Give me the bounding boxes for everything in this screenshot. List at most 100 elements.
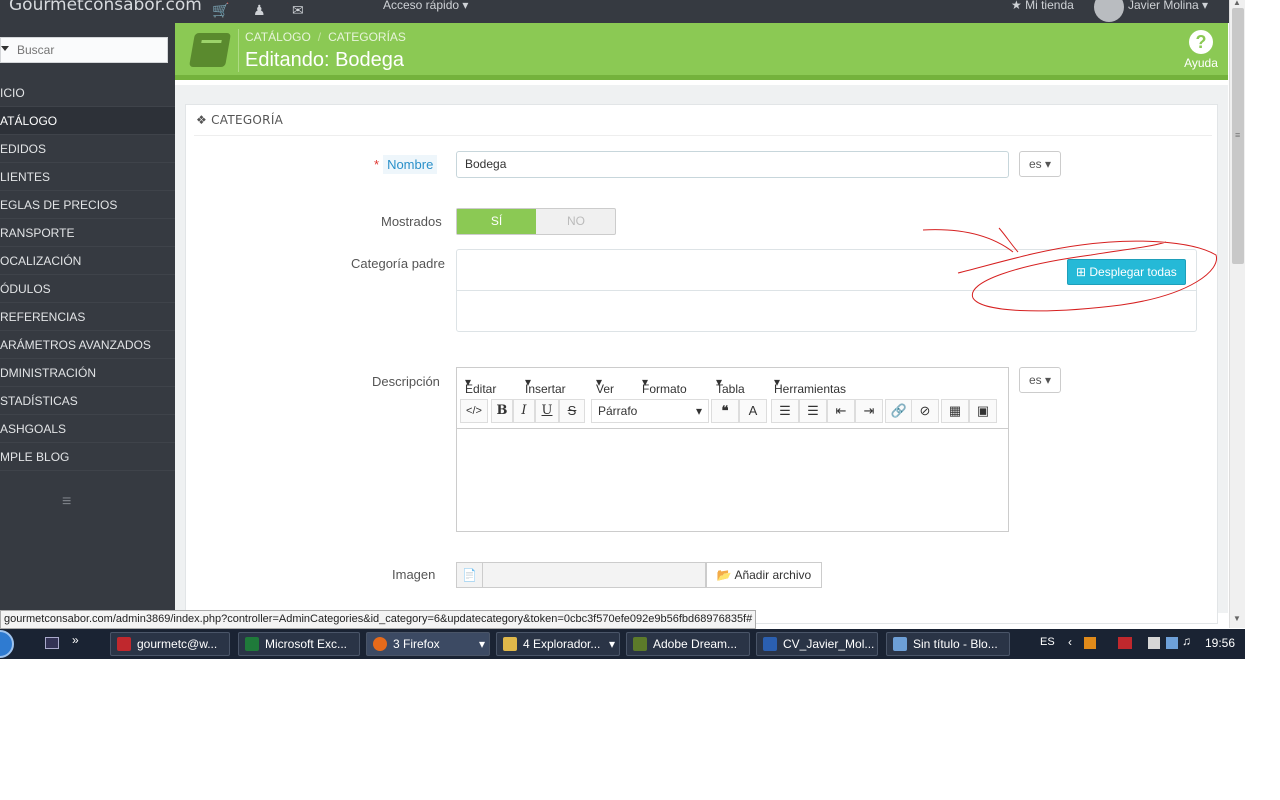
editor-body[interactable] bbox=[457, 429, 1008, 531]
page-title: Editando: Bodega bbox=[245, 49, 405, 71]
underline-icon[interactable]: U bbox=[535, 399, 559, 423]
shown-label: Mostrados bbox=[381, 214, 442, 229]
tray-monitor-icon[interactable] bbox=[1166, 637, 1178, 649]
sidebar-item-clientes[interactable]: LIENTES bbox=[0, 163, 175, 191]
tray-filezilla-icon[interactable] bbox=[1118, 637, 1132, 649]
sidebar-item-inicio[interactable]: ICIO bbox=[0, 79, 175, 107]
divider bbox=[238, 29, 239, 72]
bold-icon[interactable]: B bbox=[491, 399, 513, 423]
tray-chevron-icon[interactable]: ‹ bbox=[1068, 635, 1072, 649]
taskbar-item-explorer[interactable]: 4 Explorador... ▾ bbox=[496, 632, 620, 656]
taskbar-item-firefox[interactable]: 3 Firefox ▾ bbox=[366, 632, 490, 656]
italic-icon[interactable]: I bbox=[513, 399, 535, 423]
grip-icon: ≡ bbox=[1235, 130, 1241, 140]
language-indicator[interactable]: ES bbox=[1040, 636, 1055, 648]
tray-network-icon[interactable] bbox=[1148, 637, 1160, 649]
sidebar-item-pedidos[interactable]: EDIDOS bbox=[0, 135, 175, 163]
toggle-yes[interactable]: SÍ bbox=[457, 209, 536, 234]
add-file-button[interactable]: 📂 Añadir archivo bbox=[706, 562, 822, 588]
image-icon[interactable]: ▣ bbox=[969, 399, 997, 423]
sidebar-item-reglas-precios[interactable]: EGLAS DE PRECIOS bbox=[0, 191, 175, 219]
scroll-up-icon[interactable]: ▲ bbox=[1233, 0, 1241, 7]
editor-toolbar: </> B I U S Párrafo ▾ ❝ A ☰ ☰ ⇤ ⇥ 🔗 ⊘ ▦ ▣ bbox=[457, 396, 1008, 429]
sidebar-item-administracion[interactable]: DMINISTRACIÓN bbox=[0, 359, 175, 387]
menu-tabla[interactable]: Tabla ▾ bbox=[716, 375, 745, 396]
sidebar-nav: ICIO ATÁLOGO EDIDOS LIENTES EGLAS DE PRE… bbox=[0, 79, 175, 471]
sidebar-item-simple-blog[interactable]: MPLE BLOG bbox=[0, 443, 175, 471]
file-icon: 📄 bbox=[456, 562, 483, 588]
menu-ver[interactable]: Ver ▾ bbox=[596, 375, 614, 396]
video-icon[interactable]: ▦ bbox=[941, 399, 969, 423]
user-menu[interactable]: Javier Molina ▾ bbox=[1128, 0, 1208, 12]
unlink-icon[interactable]: ⊘ bbox=[911, 399, 939, 423]
sidebar-item-preferencias[interactable]: REFERENCIAS bbox=[0, 303, 175, 331]
text-color-icon[interactable]: A bbox=[739, 399, 767, 423]
scroll-down-icon[interactable]: ▼ bbox=[1233, 614, 1241, 623]
search-box bbox=[0, 37, 168, 63]
image-label: Imagen bbox=[392, 567, 436, 582]
sidebar-item-catalogo[interactable]: ATÁLOGO bbox=[0, 107, 175, 135]
breadcrumb-catalogo[interactable]: CATÁLOGO bbox=[245, 30, 311, 44]
name-input[interactable]: Bodega bbox=[456, 151, 1009, 178]
clock[interactable]: 19:56 bbox=[1205, 636, 1235, 650]
divider bbox=[194, 135, 1212, 136]
main-content: ❖ CATEGORÍA * Nombre Bodega es ▾ Mostrados… bbox=[175, 85, 1228, 624]
help-button[interactable]: ? Ayuda bbox=[1178, 30, 1224, 70]
sidebar-item-transporte[interactable]: RANSPORTE bbox=[0, 219, 175, 247]
sidebar-item-parametros[interactable]: ARÁMETROS AVANZADOS bbox=[0, 331, 175, 359]
link-icon[interactable]: 🔗 bbox=[885, 399, 913, 423]
menu-formato[interactable]: Formato ▾ bbox=[642, 375, 687, 396]
sidebar-item-localizacion[interactable]: OCALIZACIÓN bbox=[0, 247, 175, 275]
menu-insertar[interactable]: Insertar ▾ bbox=[525, 375, 566, 396]
taskbar-item-dreamweaver[interactable]: Adobe Dream... bbox=[626, 632, 750, 656]
taskbar-item-word[interactable]: CV_Javier_Mol... bbox=[756, 632, 878, 656]
blockquote-icon[interactable]: ❝ bbox=[711, 399, 739, 423]
sidebar-item-dashgoals[interactable]: ASHGOALS bbox=[0, 415, 175, 443]
file-name-input[interactable] bbox=[483, 562, 706, 588]
status-url: gourmetconsabor.com/admin3869/index.php?… bbox=[0, 610, 757, 629]
sidebar-item-modulos[interactable]: ÓDULOS bbox=[0, 275, 175, 303]
numbered-list-icon[interactable]: ☰ bbox=[799, 399, 827, 423]
indent-icon[interactable]: ⇥ bbox=[855, 399, 883, 423]
volume-icon[interactable]: ♫ bbox=[1182, 634, 1191, 648]
menu-editar[interactable]: Editar ▾ bbox=[465, 375, 496, 396]
my-store-link[interactable]: ★ Mi tienda bbox=[1011, 0, 1074, 12]
format-select[interactable]: Párrafo ▾ bbox=[591, 399, 709, 423]
outdent-icon[interactable]: ⇤ bbox=[827, 399, 855, 423]
parent-category-label: Categoría padre bbox=[351, 256, 445, 271]
firefox-icon bbox=[373, 637, 387, 651]
taskbar-item-notepad[interactable]: Sin título - Blo... bbox=[886, 632, 1010, 656]
show-desktop-icon[interactable] bbox=[45, 637, 59, 649]
envelope-icon[interactable]: ✉ bbox=[292, 2, 304, 19]
avatar[interactable] bbox=[1094, 0, 1124, 22]
filezilla-icon bbox=[117, 637, 131, 651]
taskbar-item-filezilla[interactable]: gourmetc@w... bbox=[110, 632, 230, 656]
chevron-down-icon[interactable] bbox=[1, 46, 9, 51]
search-input[interactable] bbox=[15, 41, 165, 59]
cart-icon[interactable]: 🛒 bbox=[212, 2, 229, 19]
chevron-right-icon[interactable]: » bbox=[72, 633, 79, 647]
shown-toggle[interactable]: SÍ NO bbox=[456, 208, 616, 235]
description-language-select[interactable]: es ▾ bbox=[1019, 367, 1061, 393]
user-icon[interactable]: ♟ bbox=[253, 2, 266, 19]
sidebar: ICIO ATÁLOGO EDIDOS LIENTES EGLAS DE PRE… bbox=[0, 23, 175, 613]
menu-collapse-icon[interactable]: ≡ bbox=[62, 493, 71, 511]
start-button[interactable] bbox=[0, 630, 14, 658]
brand-logo[interactable]: Gourmetconsabor.com bbox=[9, 0, 202, 15]
breadcrumb-categorias[interactable]: CATEGORÍAS bbox=[328, 30, 406, 44]
taskbar-item-excel[interactable]: Microsoft Exc... bbox=[238, 632, 360, 656]
breadcrumb: CATÁLOGO / CATEGORÍAS bbox=[245, 30, 406, 44]
bullet-list-icon[interactable]: ☰ bbox=[771, 399, 799, 423]
help-label: Ayuda bbox=[1184, 56, 1218, 70]
quick-access-menu[interactable]: Acceso rápido ▾ bbox=[383, 0, 468, 12]
strikethrough-icon[interactable]: S bbox=[559, 399, 585, 423]
tray-app-icon[interactable] bbox=[1084, 637, 1096, 649]
sidebar-item-estadisticas[interactable]: STADÍSTICAS bbox=[0, 387, 175, 415]
source-code-icon[interactable]: </> bbox=[460, 399, 488, 423]
vertical-scrollbar[interactable]: ▲ ≡ ▼ bbox=[1229, 0, 1245, 628]
menu-herramientas[interactable]: Herramientas ▾ bbox=[774, 375, 846, 396]
excel-icon bbox=[245, 637, 259, 651]
toggle-no[interactable]: NO bbox=[537, 209, 615, 234]
book-icon bbox=[189, 33, 231, 67]
language-select[interactable]: es ▾ bbox=[1019, 151, 1061, 177]
